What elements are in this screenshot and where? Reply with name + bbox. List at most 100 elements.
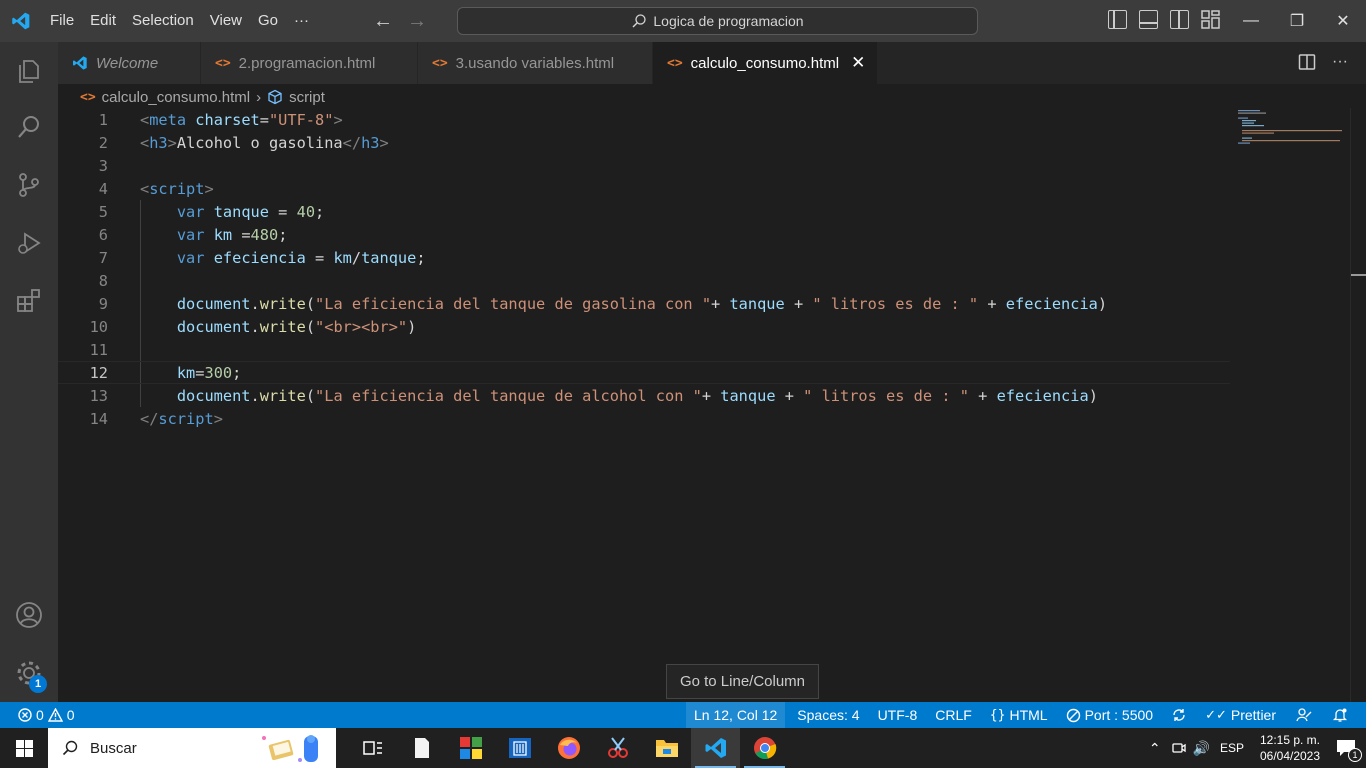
taskbar-search-box[interactable]: Buscar xyxy=(48,728,336,768)
explorer-icon[interactable] xyxy=(0,46,58,96)
show-hidden-icons-chevron-icon[interactable]: ⌃ xyxy=(1149,740,1161,757)
code-token: "<br><br>" xyxy=(315,317,408,336)
code-line[interactable]: 3 xyxy=(58,154,1230,177)
minimize-icon[interactable]: — xyxy=(1228,0,1274,42)
code-token: "UTF-8" xyxy=(268,110,334,129)
source-control-icon[interactable] xyxy=(0,160,58,210)
blank-document-icon[interactable] xyxy=(397,728,446,768)
split-editor-icon[interactable] xyxy=(1298,53,1316,71)
code-line[interactable]: 13 document.write("La eficiencia del tan… xyxy=(58,384,1230,407)
indentation-button[interactable]: Spaces: 4 xyxy=(789,702,867,728)
problems-indicator[interactable]: 0 0 xyxy=(0,702,83,728)
taskbar-clock[interactable]: 12:15 p. m. 06/04/2023 xyxy=(1254,732,1326,764)
code-token: write xyxy=(259,386,306,405)
windows-taskbar: Buscar ⌃ 🔊 ESP 12:15 p. m. 06/04/2023 1 xyxy=(0,728,1366,768)
code-line[interactable]: 6 var km =480; xyxy=(58,223,1230,246)
accounts-icon[interactable] xyxy=(0,590,58,640)
snipping-tool-icon[interactable] xyxy=(593,728,642,768)
search-view-icon[interactable] xyxy=(0,102,58,152)
code-token: = xyxy=(268,202,297,221)
sync-icon[interactable] xyxy=(1163,702,1195,728)
vscode-taskbar-icon[interactable] xyxy=(691,728,740,768)
close-tab-icon[interactable]: ✕ xyxy=(851,53,865,73)
breadcrumb-file[interactable]: calculo_consumo.html xyxy=(102,89,250,106)
clock-date: 06/04/2023 xyxy=(1259,749,1321,763)
toggle-secondary-sidebar-icon[interactable] xyxy=(1170,10,1189,29)
cursor-position-button[interactable]: Ln 12, Col 12 xyxy=(686,702,786,728)
manage-gear-icon[interactable]: 1 xyxy=(0,648,58,698)
code-token: "La eficiencia del tanque de alcohol con… xyxy=(315,386,702,405)
menu-view[interactable]: View xyxy=(202,0,250,42)
extensions-icon[interactable] xyxy=(0,276,58,326)
tab-usando-variables[interactable]: <> 3.usando variables.html xyxy=(418,42,653,84)
code-token: > xyxy=(204,179,214,198)
accounts-feedback-icon[interactable] xyxy=(1288,702,1320,728)
breadcrumb-symbol[interactable]: script xyxy=(289,89,325,106)
code-token: document xyxy=(176,317,251,336)
encoding-button[interactable]: UTF-8 xyxy=(870,702,926,728)
code-line[interactable]: 2 <h3>Alcohol o gasolina</h3> xyxy=(58,131,1230,154)
prettier-button[interactable]: ✓✓ Prettier xyxy=(1197,702,1284,728)
command-center-label: Logica de programacion xyxy=(653,13,804,29)
code-token: > xyxy=(333,110,343,129)
code-line[interactable]: 9 document.write("La eficiencia del tanq… xyxy=(58,292,1230,315)
error-icon xyxy=(18,708,32,722)
code-line[interactable]: 14 </script> xyxy=(58,407,1230,430)
code-line[interactable]: 10 document.write("<br><br>") xyxy=(58,315,1230,338)
menu-go[interactable]: Go xyxy=(250,0,286,42)
recycle-bin-app-icon[interactable] xyxy=(495,728,544,768)
language-mode-button[interactable]: {} HTML xyxy=(982,702,1056,728)
customize-layout-icon[interactable] xyxy=(1201,10,1220,29)
command-center-search[interactable]: Logica de programacion xyxy=(457,7,978,35)
volume-icon[interactable]: 🔊 xyxy=(1193,740,1210,757)
code-line[interactable]: 1 <meta charset="UTF-8"> xyxy=(58,108,1230,131)
notifications-bell-icon[interactable] xyxy=(1324,702,1356,728)
menu-selection[interactable]: Selection xyxy=(124,0,202,42)
meet-now-camera-icon[interactable] xyxy=(1171,740,1187,756)
line-number: 6 xyxy=(98,225,108,244)
toggle-primary-sidebar-icon[interactable] xyxy=(1108,10,1127,29)
tab-welcome[interactable]: Welcome xyxy=(58,42,201,84)
code-token: </ xyxy=(342,133,362,152)
code-line[interactable]: 7 var efeciencia = km/tanque; xyxy=(58,246,1230,269)
close-window-icon[interactable]: ✕ xyxy=(1320,0,1366,42)
eol-button[interactable]: CRLF xyxy=(927,702,980,728)
code-editor[interactable]: 1 <meta charset="UTF-8"> 2 <h3>Alcohol o ga… xyxy=(58,108,1350,702)
tiles-app-icon[interactable] xyxy=(446,728,495,768)
menu-file[interactable]: File xyxy=(42,0,82,42)
code-token: km xyxy=(213,225,233,244)
code-line[interactable]: 8 xyxy=(58,269,1230,292)
menu-edit[interactable]: Edit xyxy=(82,0,124,42)
code-line[interactable]: 4 <script> xyxy=(58,177,1230,200)
code-token: document xyxy=(176,294,251,313)
tab-programacion[interactable]: <> 2.programacion.html xyxy=(201,42,418,84)
code-token: km xyxy=(176,363,196,382)
task-view-icon[interactable] xyxy=(348,728,397,768)
input-language[interactable]: ESP xyxy=(1220,741,1244,755)
html-file-icon: <> xyxy=(215,55,231,71)
menu-more[interactable]: ··· xyxy=(286,0,317,42)
more-actions-icon[interactable]: ··· xyxy=(1332,53,1348,71)
run-debug-icon[interactable] xyxy=(0,218,58,268)
code-line[interactable]: 12 km=300; xyxy=(58,361,1230,384)
editor-scrollbar[interactable] xyxy=(1350,108,1366,702)
code-token: + xyxy=(784,294,813,313)
code-line[interactable]: 5 var tanque = 40; xyxy=(58,200,1230,223)
live-server-button[interactable]: Port : 5500 xyxy=(1058,702,1162,728)
code-line[interactable]: 11 xyxy=(58,338,1230,361)
back-arrow-icon[interactable]: ← xyxy=(373,10,393,33)
code-token: charset xyxy=(195,110,260,129)
firefox-icon[interactable] xyxy=(544,728,593,768)
chevron-right-icon: › xyxy=(256,88,262,106)
minimap[interactable] xyxy=(1236,108,1350,148)
toggle-panel-icon[interactable] xyxy=(1139,10,1158,29)
notification-center-icon[interactable]: 1 xyxy=(1326,728,1366,768)
editor-tab-bar: Welcome <> 2.programacion.html <> 3.usan… xyxy=(58,42,1366,84)
tab-calculo-consumo[interactable]: <> calculo_consumo.html ✕ xyxy=(653,42,878,84)
file-explorer-icon[interactable] xyxy=(642,728,691,768)
windows-start-icon[interactable] xyxy=(0,728,48,768)
restore-icon[interactable]: ❐ xyxy=(1274,0,1320,42)
chrome-icon[interactable] xyxy=(740,728,789,768)
forward-arrow-icon[interactable]: → xyxy=(407,10,427,33)
